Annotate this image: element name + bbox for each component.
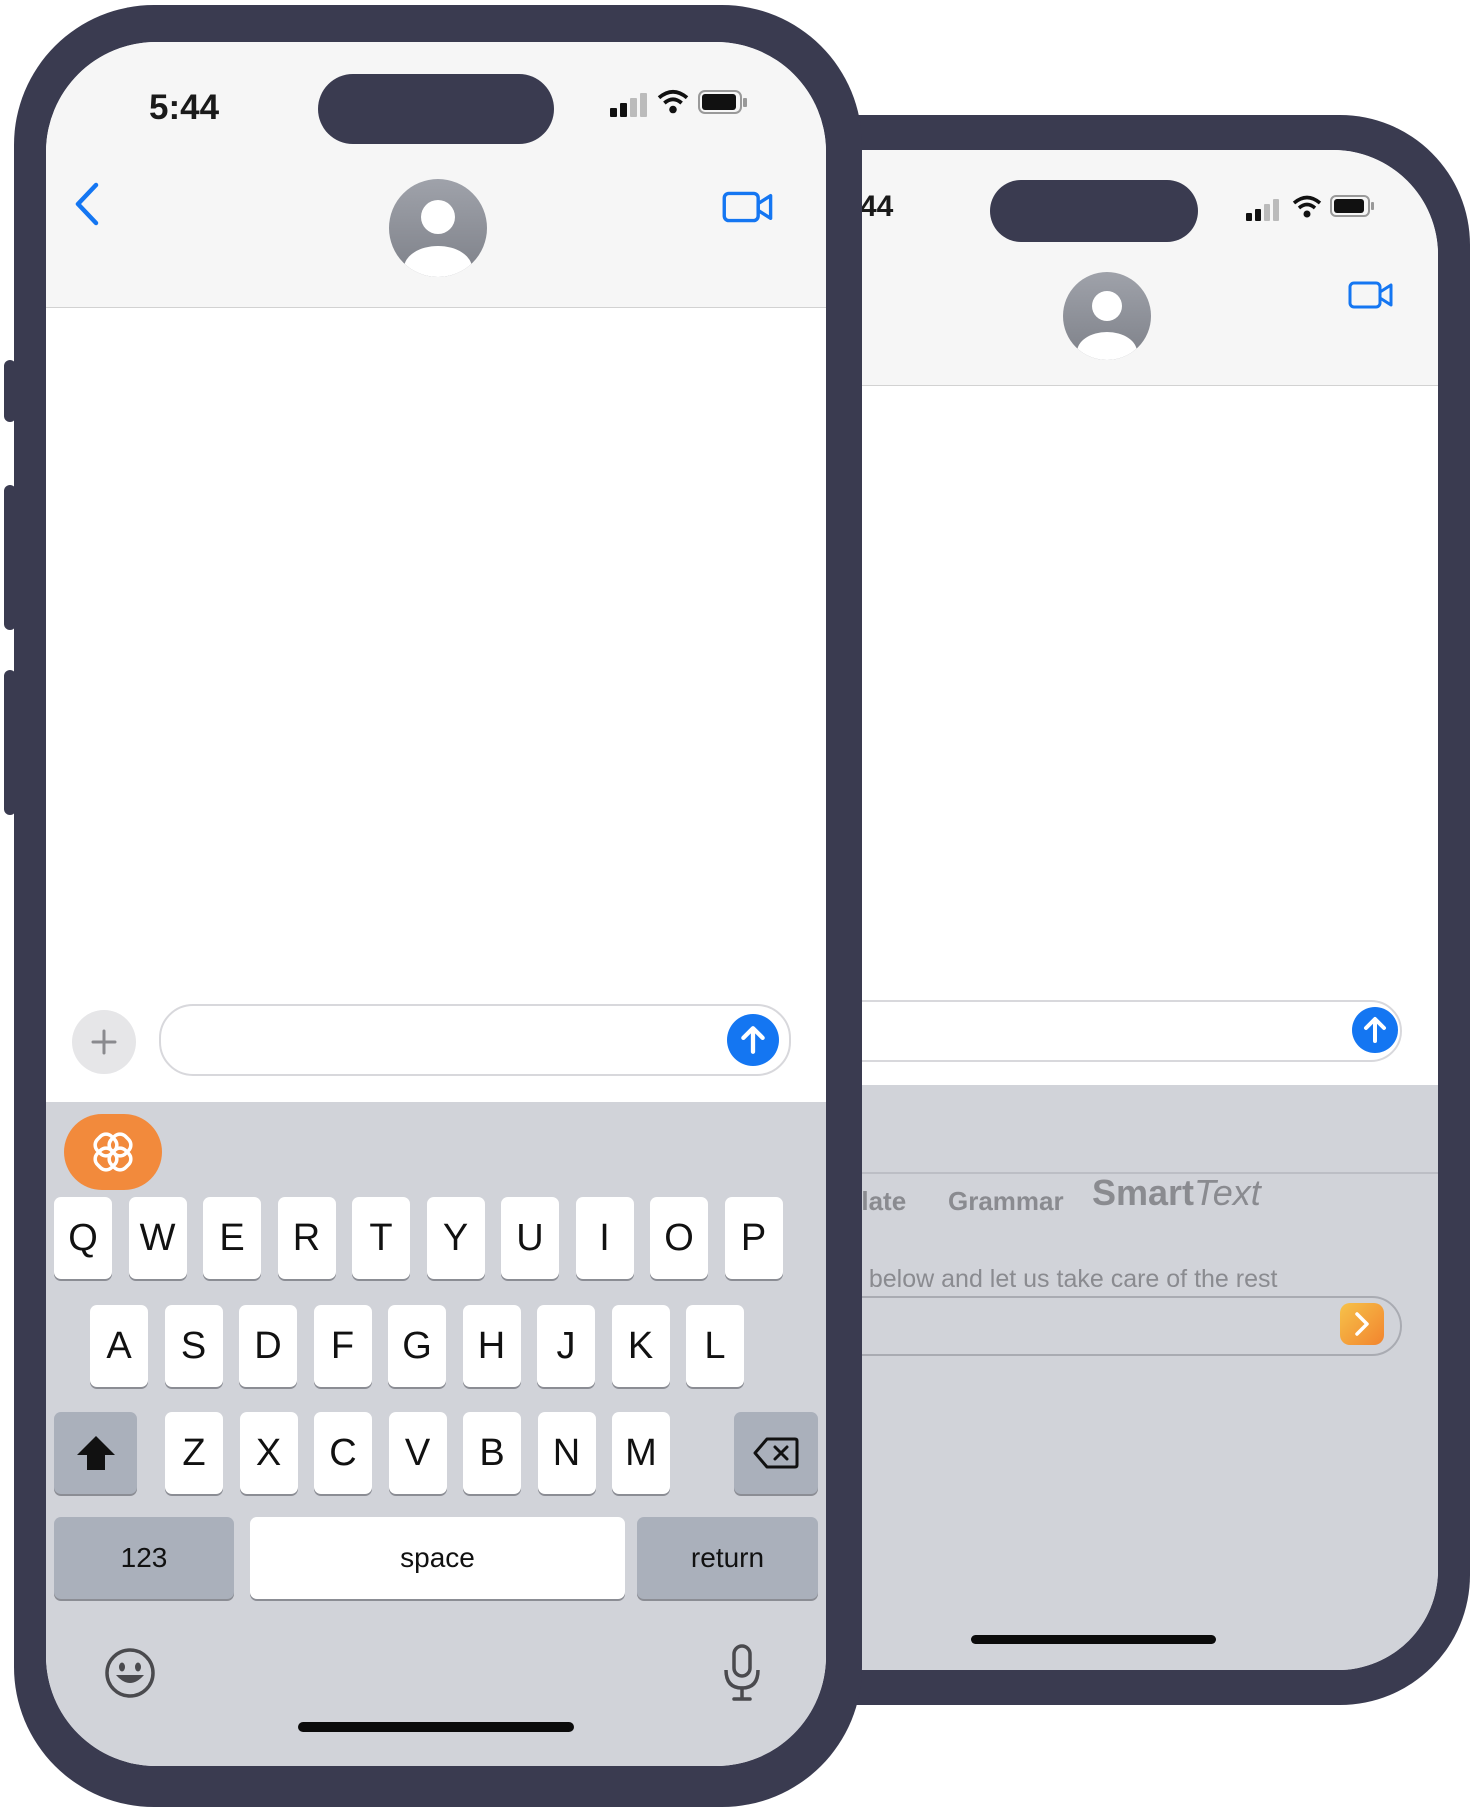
back-dynamic-island: [990, 180, 1198, 242]
wifi-icon: [657, 89, 689, 114]
signal-icon: [1246, 199, 1279, 221]
front-dynamic-island: [318, 74, 554, 144]
delete-icon: [753, 1437, 799, 1469]
front-home-indicator: [298, 1722, 574, 1732]
space-key[interactable]: space: [250, 1517, 625, 1599]
delete-key[interactable]: [734, 1412, 818, 1494]
key-y[interactable]: Y: [426, 1197, 485, 1279]
microphone-icon[interactable]: [722, 1644, 762, 1702]
return-key[interactable]: return: [637, 1517, 818, 1599]
wifi-icon: [1292, 195, 1322, 218]
video-camera-icon[interactable]: [722, 190, 774, 224]
key-z[interactable]: Z: [165, 1412, 223, 1494]
key-p[interactable]: P: [724, 1197, 783, 1279]
chevron-right-icon[interactable]: [1340, 1303, 1384, 1345]
plus-icon[interactable]: [72, 1010, 136, 1074]
key-x[interactable]: X: [239, 1412, 298, 1494]
key-n[interactable]: N: [537, 1412, 596, 1494]
key-h[interactable]: H: [462, 1305, 521, 1387]
key-i[interactable]: I: [575, 1197, 634, 1279]
key-l[interactable]: L: [686, 1305, 744, 1387]
key-e[interactable]: E: [203, 1197, 261, 1279]
key-t[interactable]: T: [352, 1197, 410, 1279]
brand-bold: Smart: [1092, 1172, 1195, 1213]
key-u[interactable]: U: [501, 1197, 559, 1279]
signal-icon: [610, 93, 647, 117]
key-f[interactable]: F: [313, 1305, 372, 1387]
key-c[interactable]: C: [314, 1412, 372, 1494]
key-q[interactable]: Q: [54, 1197, 112, 1279]
key-b[interactable]: B: [463, 1412, 521, 1494]
emoji-icon[interactable]: [104, 1647, 156, 1699]
send-arrow-icon[interactable]: [1352, 1007, 1398, 1053]
battery-icon: [698, 90, 747, 114]
shift-icon: [76, 1436, 115, 1470]
key-d[interactable]: D: [239, 1305, 297, 1387]
send-arrow-icon[interactable]: [727, 1014, 779, 1066]
avatar-icon[interactable]: [389, 179, 487, 277]
key-v[interactable]: V: [388, 1412, 447, 1494]
numbers-key[interactable]: 123: [54, 1517, 234, 1599]
front-phone-screen: 5:44 123 space return Q W E R T Y U I O …: [46, 42, 826, 1766]
tab-grammar[interactable]: Grammar: [948, 1186, 1064, 1217]
front-status-time: 5:44: [149, 88, 220, 127]
brand-italic: Text: [1194, 1172, 1261, 1213]
smarttext-logo-icon[interactable]: [64, 1114, 162, 1190]
back-home-indicator: [971, 1635, 1216, 1644]
key-k[interactable]: K: [611, 1305, 670, 1387]
key-a[interactable]: A: [90, 1305, 148, 1387]
key-w[interactable]: W: [128, 1197, 187, 1279]
key-s[interactable]: S: [164, 1305, 223, 1387]
shift-key[interactable]: [54, 1412, 137, 1494]
back-chevron-icon[interactable]: [72, 182, 102, 226]
battery-icon: [1330, 195, 1374, 217]
brand-smarttext[interactable]: SmartText: [1092, 1172, 1261, 1214]
message-input[interactable]: [159, 1004, 791, 1076]
video-camera-icon[interactable]: [1348, 280, 1394, 310]
key-r[interactable]: R: [277, 1197, 336, 1279]
avatar-icon[interactable]: [1063, 272, 1151, 360]
key-o[interactable]: O: [650, 1197, 708, 1279]
key-m[interactable]: M: [612, 1412, 670, 1494]
key-j[interactable]: J: [537, 1305, 595, 1387]
key-g[interactable]: G: [388, 1305, 446, 1387]
